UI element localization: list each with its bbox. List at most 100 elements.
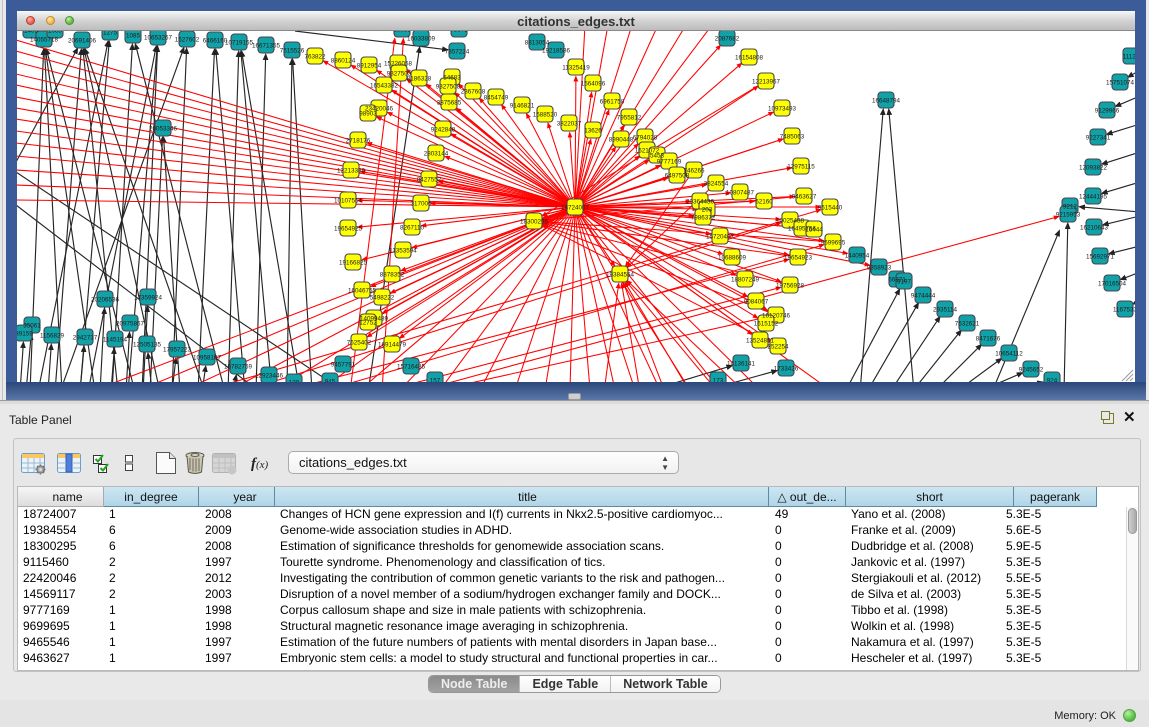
svg-text:20206536: 20206536 xyxy=(91,297,120,304)
svg-text:11325419: 11325419 xyxy=(562,65,590,72)
svg-text:6961758: 6961758 xyxy=(600,99,625,106)
svg-text:12923446: 12923446 xyxy=(255,373,284,380)
svg-text:19654925: 19654925 xyxy=(334,226,363,233)
svg-text:(x): (x) xyxy=(256,459,269,471)
svg-text:7357224: 7357224 xyxy=(445,49,470,56)
svg-text:12213967: 12213967 xyxy=(752,79,781,86)
svg-text:8813054: 8813054 xyxy=(525,40,550,47)
svg-text:203: 203 xyxy=(702,207,713,214)
svg-text:12093822: 12093822 xyxy=(1079,165,1108,172)
svg-text:7625402: 7625402 xyxy=(347,340,372,347)
svg-text:35061: 35061 xyxy=(23,323,41,330)
svg-text:9215953: 9215953 xyxy=(1056,212,1081,219)
svg-text:1733426: 1733426 xyxy=(774,366,799,373)
svg-text:2087682: 2087682 xyxy=(715,36,740,43)
svg-text:19384554: 19384554 xyxy=(606,272,635,279)
svg-text:73572: 73572 xyxy=(450,31,468,34)
svg-text:19218586: 19218586 xyxy=(542,48,571,55)
svg-text:1588520: 1588520 xyxy=(533,112,558,119)
svg-text:10653267: 10653267 xyxy=(144,35,173,42)
svg-text:16543382: 16543382 xyxy=(370,83,399,90)
svg-text:8267110: 8267110 xyxy=(400,225,425,232)
svg-text:15692971: 15692971 xyxy=(1086,254,1115,261)
svg-text:9245652: 9245652 xyxy=(1019,367,1044,374)
svg-text:12444195: 12444195 xyxy=(1079,194,1108,201)
svg-text:1440954: 1440954 xyxy=(845,253,870,260)
svg-text:8427552: 8427552 xyxy=(417,177,442,184)
svg-text:9463627: 9463627 xyxy=(792,194,817,201)
svg-text:20364436: 20364436 xyxy=(686,199,715,206)
svg-text:9358923: 9358923 xyxy=(867,265,892,272)
svg-text:10807487: 10807487 xyxy=(726,190,755,197)
svg-text:16782759: 16782759 xyxy=(224,364,253,371)
svg-text:15720407: 15720407 xyxy=(706,234,735,241)
svg-text:7955812: 7955812 xyxy=(617,115,642,122)
svg-text:1167533: 1167533 xyxy=(1113,307,1135,314)
svg-text:7485063: 7485063 xyxy=(780,134,805,141)
svg-text:19756928: 19756928 xyxy=(776,283,805,290)
svg-text:9457791: 9457791 xyxy=(331,362,356,369)
svg-text:1156829: 1156829 xyxy=(40,333,65,340)
svg-text:1527602: 1527602 xyxy=(175,37,200,44)
svg-text:15226058: 15226058 xyxy=(384,61,413,68)
svg-text:9242848: 9242848 xyxy=(431,127,456,134)
svg-text:16210643: 16210643 xyxy=(1080,225,1109,232)
svg-text:1405: 1405 xyxy=(24,31,39,35)
svg-text:14055718: 14055718 xyxy=(30,37,59,44)
svg-text:2935114: 2935114 xyxy=(933,307,958,314)
svg-text:16033809: 16033809 xyxy=(407,36,436,43)
svg-text:129: 129 xyxy=(289,380,300,383)
svg-text:924: 924 xyxy=(1047,378,1058,383)
svg-text:16046755: 16046755 xyxy=(348,288,377,295)
svg-text:9227341: 9227341 xyxy=(1086,135,1111,142)
svg-text:12752: 12752 xyxy=(359,320,377,327)
svg-text:10719155: 10719155 xyxy=(225,40,254,47)
svg-text:6794028: 6794028 xyxy=(633,135,658,142)
svg-text:3822037: 3822037 xyxy=(557,121,582,128)
svg-text:16648794: 16648794 xyxy=(872,98,901,105)
svg-text:13626: 13626 xyxy=(584,128,602,135)
svg-text:9615440: 9615440 xyxy=(818,205,843,212)
svg-text:2803144: 2803144 xyxy=(424,151,449,158)
svg-text:17016504: 17016504 xyxy=(1098,281,1127,288)
svg-text:10688609: 10688609 xyxy=(718,255,747,262)
svg-text:16154808: 16154808 xyxy=(735,55,764,62)
svg-text:9474444: 9474444 xyxy=(911,293,936,300)
svg-text:20053346: 20053346 xyxy=(149,126,178,133)
svg-text:157: 157 xyxy=(430,378,441,383)
svg-text:15716485: 15716485 xyxy=(397,364,426,371)
svg-text:10025488: 10025488 xyxy=(776,218,805,225)
svg-text:9699695: 9699695 xyxy=(821,240,846,247)
svg-text:945: 945 xyxy=(325,379,336,383)
svg-text:10973493: 10973493 xyxy=(768,106,797,113)
svg-text:10958107: 10958107 xyxy=(193,355,222,362)
svg-text:12213389: 12213389 xyxy=(337,168,366,175)
svg-text:18724007: 18724007 xyxy=(561,205,590,212)
svg-text:8454749: 8454749 xyxy=(484,95,509,102)
svg-text:9212: 9212 xyxy=(1063,204,1078,211)
svg-text:5498222: 5498222 xyxy=(370,295,395,302)
svg-text:98903: 98903 xyxy=(359,111,377,118)
svg-text:9146821: 9146821 xyxy=(510,103,535,110)
svg-text:8878352: 8878352 xyxy=(380,272,405,279)
svg-text:12975115: 12975115 xyxy=(787,164,815,171)
svg-text:1615152: 1615152 xyxy=(754,321,779,328)
svg-text:8186328: 8186328 xyxy=(407,76,432,83)
svg-text:19166825: 19166825 xyxy=(339,260,368,267)
svg-text:9129966: 9129966 xyxy=(1095,108,1120,115)
svg-text:7632621: 7632621 xyxy=(955,321,980,328)
svg-text:16120746: 16120746 xyxy=(762,313,791,320)
svg-text:54683: 54683 xyxy=(443,75,461,82)
svg-text:14136141: 14136141 xyxy=(727,361,756,368)
svg-text:9084067: 9084067 xyxy=(744,299,769,306)
svg-text:317006: 317006 xyxy=(410,201,432,208)
svg-text:10107554: 10107554 xyxy=(334,198,363,205)
svg-text:20691406: 20691406 xyxy=(68,38,97,45)
svg-text:16033: 16033 xyxy=(393,31,411,34)
svg-text:12505135: 12505135 xyxy=(133,342,162,349)
svg-text:16914479: 16914479 xyxy=(378,342,407,349)
svg-text:62160: 62160 xyxy=(755,199,773,206)
svg-text:7515526: 7515526 xyxy=(280,48,305,55)
svg-text:1275: 1275 xyxy=(103,31,118,37)
svg-text:17957223: 17957223 xyxy=(163,347,192,354)
